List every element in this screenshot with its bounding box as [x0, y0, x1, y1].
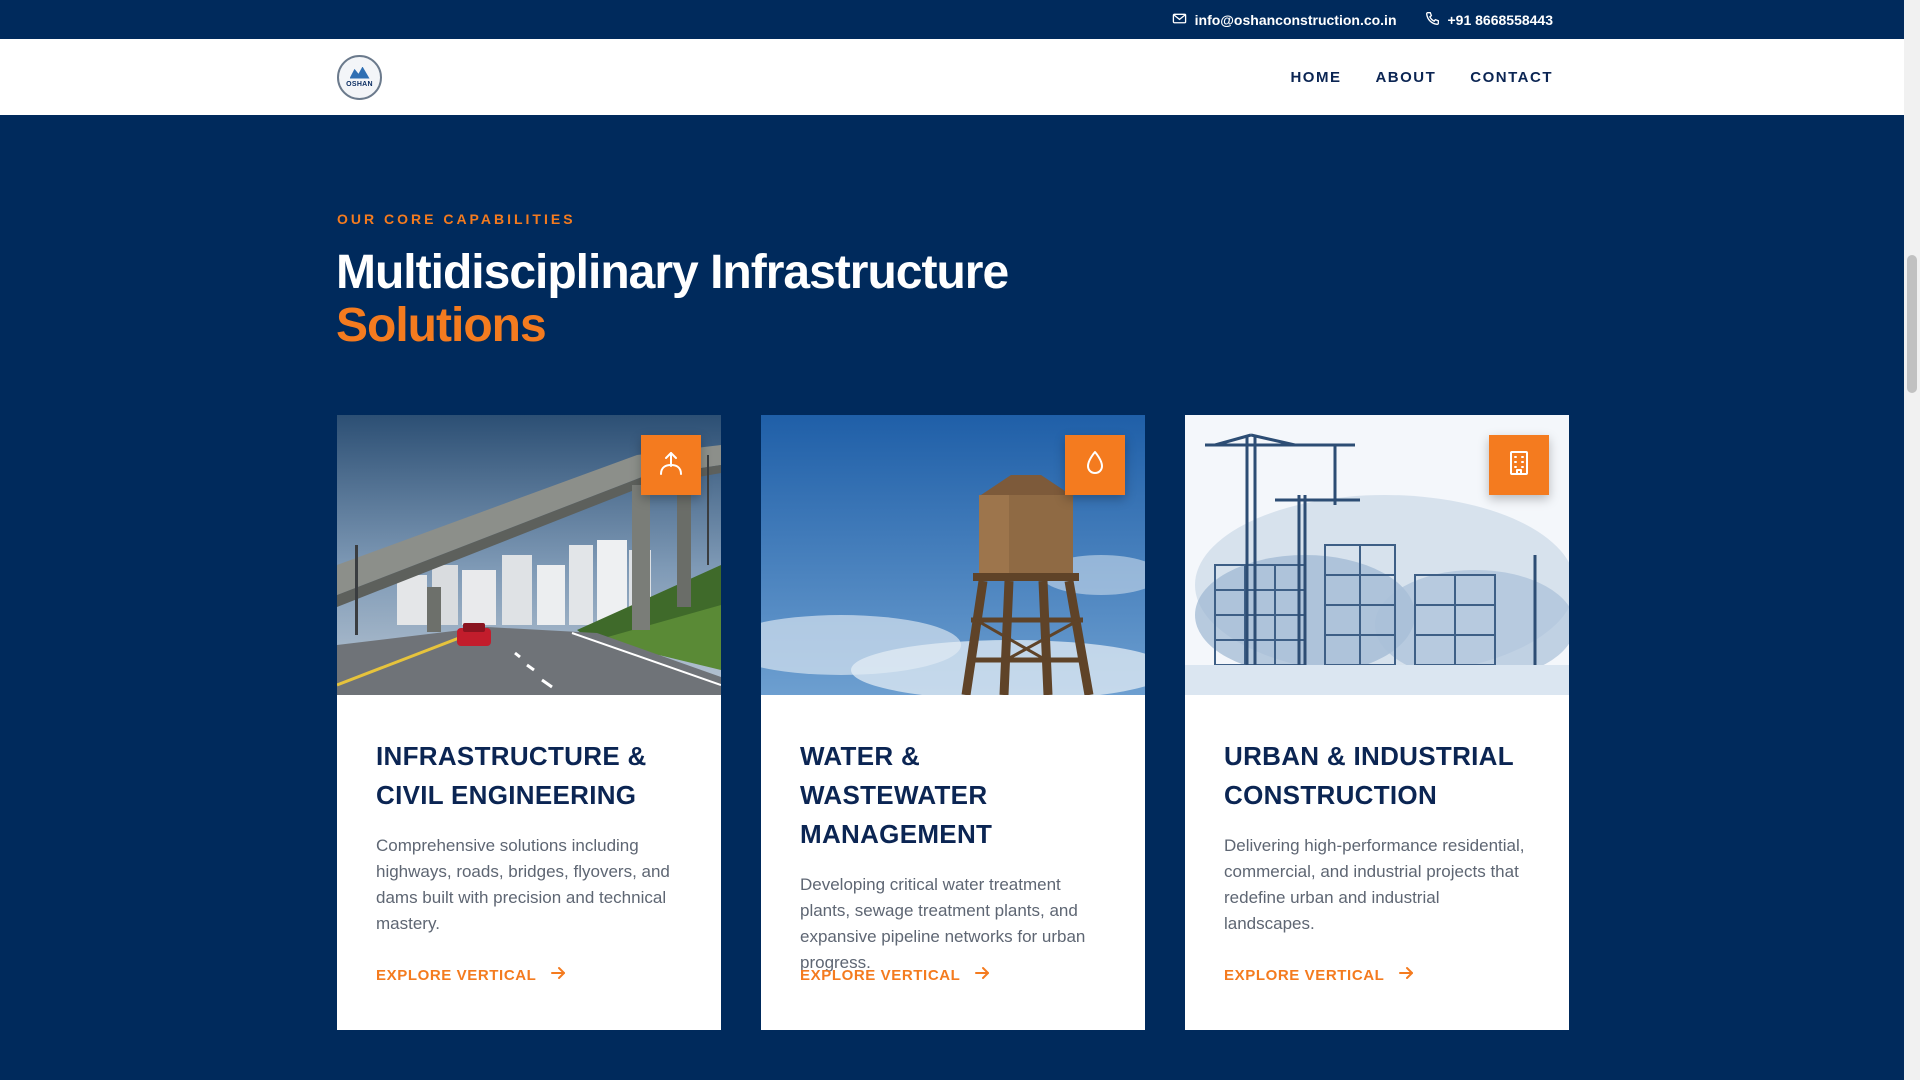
bridge-icon	[656, 448, 686, 483]
card-body: WATER & WASTEWATER MANAGEMENT Developing…	[761, 695, 1145, 976]
card-image-highway-bridge	[337, 415, 721, 695]
card-title: URBAN & INDUSTRIAL CONSTRUCTION	[1224, 737, 1530, 815]
card-body: INFRASTRUCTURE & CIVIL ENGINEERING Compr…	[337, 695, 721, 937]
capabilities-cards: INFRASTRUCTURE & CIVIL ENGINEERING Compr…	[337, 415, 1569, 1030]
email-text: info@oshanconstruction.co.in	[1194, 11, 1397, 28]
explore-vertical-link[interactable]: EXPLORE VERTICAL	[376, 965, 566, 985]
logo-mark-icon	[349, 66, 370, 79]
mail-icon	[1172, 11, 1187, 29]
card-title-line-2: MANAGEMENT	[800, 819, 993, 849]
navbar: OSHAN HOME ABOUT CONTACT	[0, 39, 1904, 115]
card-title-line-1: WATER & WASTEWATER	[800, 741, 988, 810]
scrollbar-thumb[interactable]	[1907, 255, 1917, 393]
building-icon	[1504, 448, 1534, 483]
main-nav: HOME ABOUT CONTACT	[1290, 69, 1553, 86]
nav-home[interactable]: HOME	[1290, 69, 1341, 86]
card-title-line-2: CONSTRUCTION	[1224, 780, 1438, 810]
nav-contact[interactable]: CONTACT	[1470, 69, 1553, 86]
arrow-right-icon	[550, 965, 566, 985]
droplet-icon	[1080, 448, 1110, 483]
arrow-right-icon	[1398, 965, 1414, 985]
logo-text: OSHAN	[346, 80, 373, 88]
company-logo[interactable]: OSHAN	[337, 54, 382, 100]
card-image-construction-cranes	[1185, 415, 1569, 695]
explore-vertical-link[interactable]: EXPLORE VERTICAL	[800, 965, 990, 985]
card-badge-infrastructure	[641, 435, 701, 495]
explore-link-label: EXPLORE VERTICAL	[800, 966, 961, 984]
card-description: Developing critical water treatment plan…	[800, 875, 1086, 972]
card-image-water-tower	[761, 415, 1145, 695]
card-urban: URBAN & INDUSTRIAL CONSTRUCTION Deliveri…	[1185, 415, 1569, 1030]
card-description: Delivering high-performance residential,…	[1224, 836, 1525, 933]
card-infrastructure: INFRASTRUCTURE & CIVIL ENGINEERING Compr…	[337, 415, 721, 1030]
page-scrollbar[interactable]	[1904, 0, 1920, 1080]
phone-text: +91 8668558443	[1447, 11, 1554, 28]
card-title: WATER & WASTEWATER MANAGEMENT	[800, 737, 1106, 854]
section-eyebrow: OUR CORE CAPABILITIES	[337, 211, 576, 227]
card-title: INFRASTRUCTURE & CIVIL ENGINEERING	[376, 737, 682, 815]
card-badge-water	[1065, 435, 1125, 495]
card-water: WATER & WASTEWATER MANAGEMENT Developing…	[761, 415, 1145, 1030]
card-badge-urban	[1489, 435, 1549, 495]
card-title-line-1: INFRASTRUCTURE &	[376, 741, 647, 771]
section-headline: Multidisciplinary Infrastructure Solutio…	[336, 246, 1009, 352]
explore-vertical-link[interactable]: EXPLORE VERTICAL	[1224, 965, 1414, 985]
page: info@oshanconstruction.co.in +91 8668558…	[0, 0, 1920, 1080]
explore-link-label: EXPLORE VERTICAL	[376, 966, 537, 984]
headline-line-2: Solutions	[336, 299, 547, 352]
phone-link[interactable]: +91 8668558443	[1425, 11, 1554, 29]
phone-icon	[1425, 11, 1440, 29]
card-title-line-1: URBAN & INDUSTRIAL	[1224, 741, 1514, 771]
email-link[interactable]: info@oshanconstruction.co.in	[1172, 11, 1397, 29]
explore-link-label: EXPLORE VERTICAL	[1224, 966, 1385, 984]
nav-about[interactable]: ABOUT	[1375, 69, 1436, 86]
headline-line-1: Multidisciplinary Infrastructure	[336, 246, 1009, 299]
card-description: Comprehensive solutions including highwa…	[376, 836, 670, 933]
arrow-right-icon	[974, 965, 990, 985]
card-body: URBAN & INDUSTRIAL CONSTRUCTION Deliveri…	[1185, 695, 1569, 937]
card-title-line-2: CIVIL ENGINEERING	[376, 780, 637, 810]
top-contact-bar: info@oshanconstruction.co.in +91 8668558…	[0, 0, 1904, 39]
